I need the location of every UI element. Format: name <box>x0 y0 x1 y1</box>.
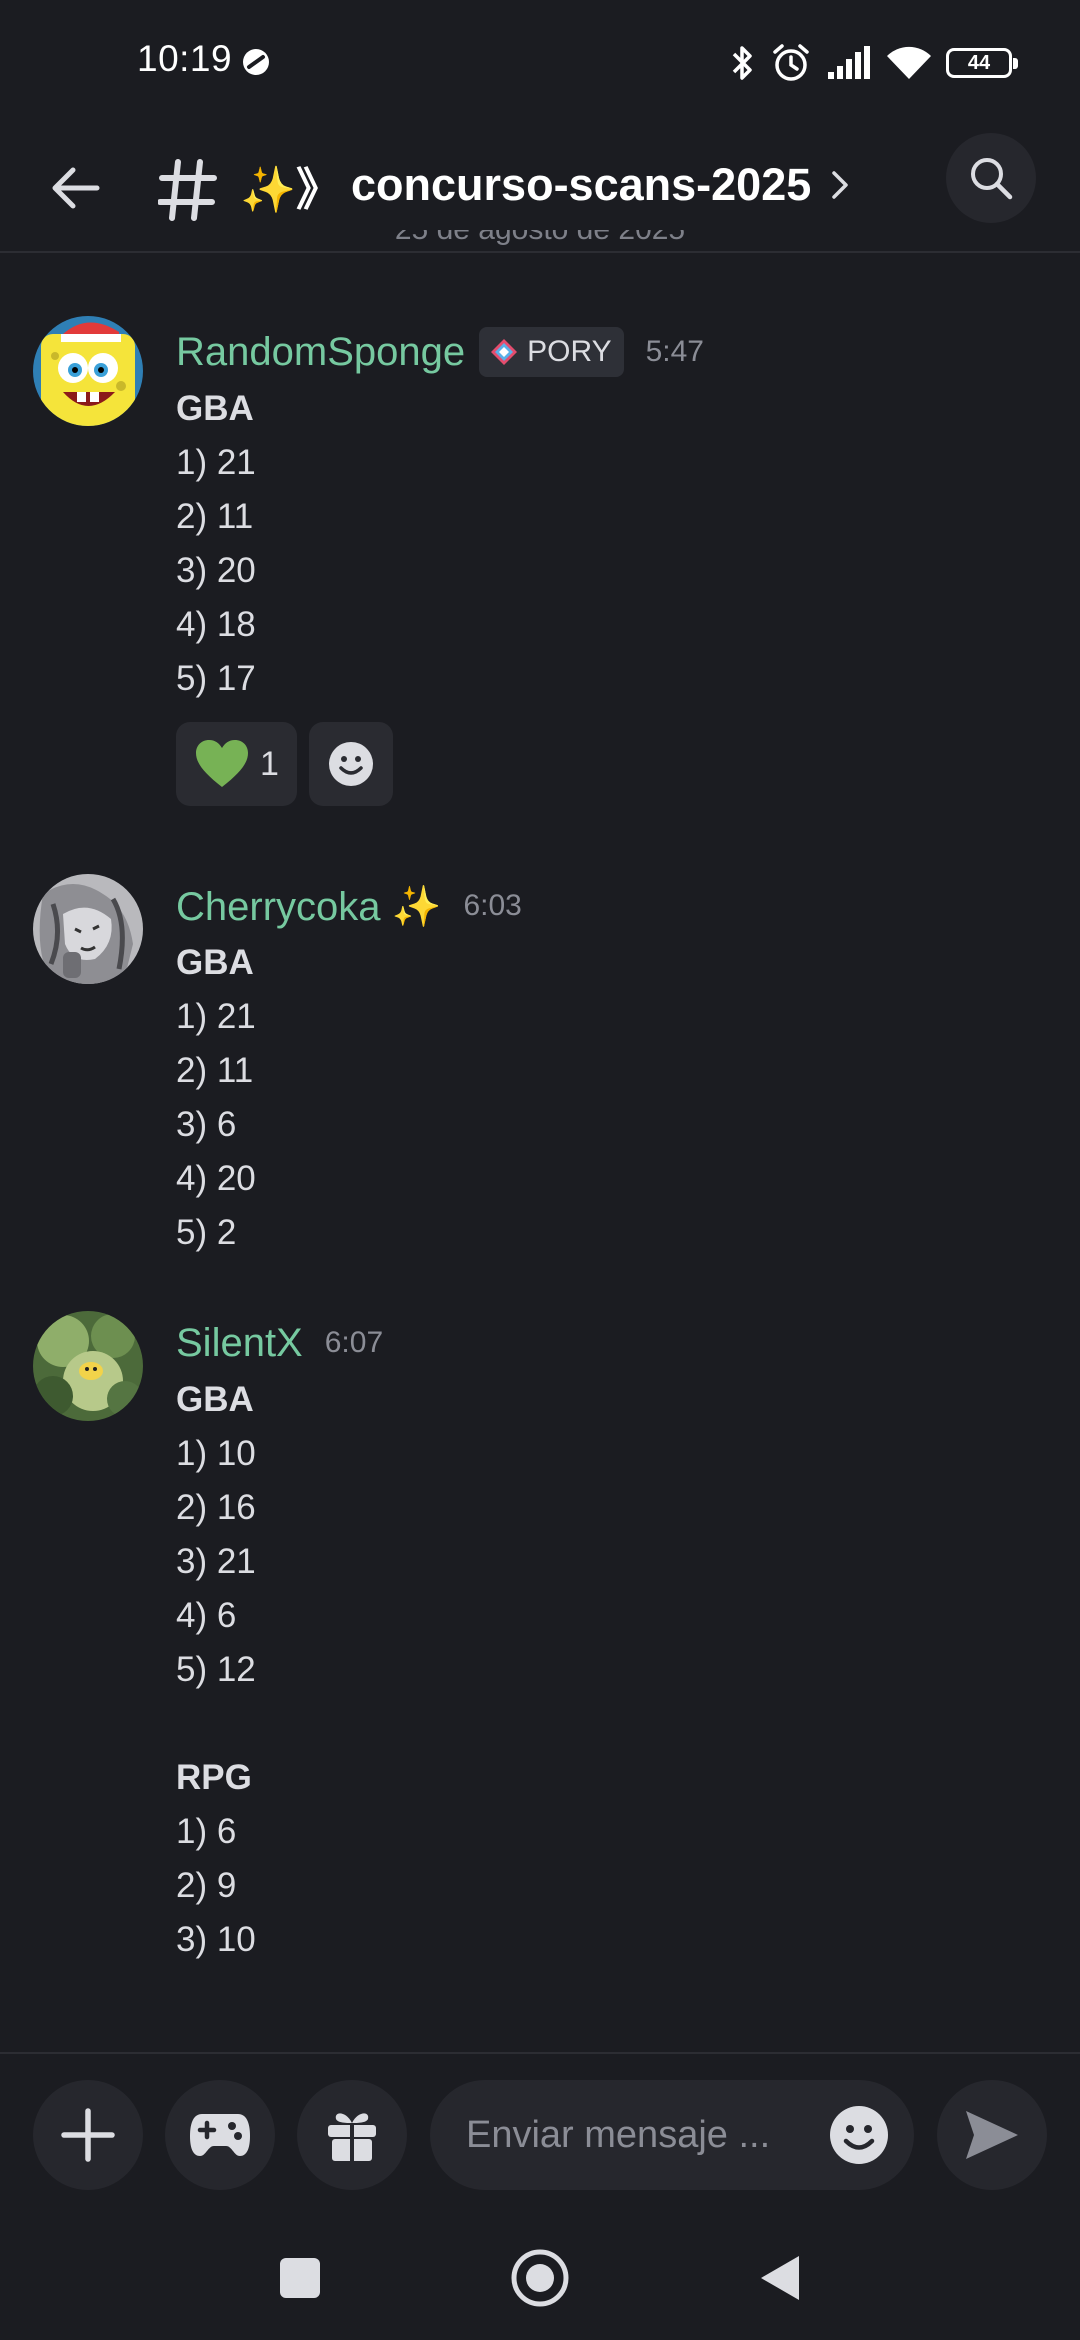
channel-name: concurso-scans-2025 <box>351 159 812 210</box>
avatar[interactable] <box>33 874 143 984</box>
message-header: Cherrycoka ✨ 6:03 <box>176 876 522 936</box>
reaction-green-heart[interactable]: 1 <box>176 722 297 806</box>
message-line: 5) 12 <box>176 1650 256 1689</box>
channel-title[interactable]: ✨》 concurso-scans-2025 <box>240 145 851 225</box>
emoji-icon[interactable] <box>828 2104 890 2166</box>
signal-icon <box>828 46 870 79</box>
message-line: 2) 16 <box>176 1488 256 1527</box>
message-content: GBA 1) 10 2) 16 3) 21 4) 6 5) 12 RPG 1) … <box>176 1373 256 1967</box>
send-button[interactable] <box>937 2080 1047 2190</box>
search-button[interactable] <box>946 133 1036 223</box>
message-line: 4) 6 <box>176 1596 237 1635</box>
back-nav-button[interactable] <box>748 2246 812 2310</box>
home-button[interactable] <box>508 2246 572 2310</box>
status-icons: 44 <box>728 38 1018 88</box>
system-nav-bar <box>0 2216 1080 2340</box>
message-line: 5) 2 <box>176 1213 237 1252</box>
message-input-container[interactable] <box>430 2080 914 2190</box>
message-line: 1) 6 <box>176 1812 237 1851</box>
send-icon <box>966 2111 1018 2159</box>
add-reaction-button[interactable] <box>308 722 393 806</box>
guild-tag-label: PORY <box>527 335 612 368</box>
channel-prefix: ✨》 <box>240 163 342 215</box>
green-heart-icon <box>196 740 248 787</box>
gift-icon <box>328 2113 376 2163</box>
author-name[interactable]: Cherrycoka ✨ <box>176 883 441 930</box>
message-input[interactable] <box>466 2113 816 2157</box>
avatar-image <box>33 316 143 426</box>
wifi-icon <box>887 46 931 79</box>
author-name[interactable]: RandomSponge <box>176 330 465 375</box>
message-line: 1) 10 <box>176 1434 256 1473</box>
triangle-back-icon <box>761 2256 799 2300</box>
avatar-image <box>33 874 143 984</box>
message-line: 1) 21 <box>176 443 256 482</box>
message-line: 2) 11 <box>176 497 254 536</box>
message-line: GBA <box>176 389 254 428</box>
square-icon <box>280 2258 320 2298</box>
message-content: GBA 1) 21 2) 11 3) 6 4) 20 5) 2 <box>176 936 256 1260</box>
dnd-icon <box>243 49 269 75</box>
guild-tag[interactable]: PORY <box>479 327 624 377</box>
reactions: 1 <box>176 722 393 806</box>
avatar-image <box>33 1311 143 1421</box>
message-line: 3) 6 <box>176 1105 237 1144</box>
alarm-icon <box>773 44 809 81</box>
message-line: 2) 9 <box>176 1866 237 1905</box>
message-line: 3) 21 <box>176 1542 256 1581</box>
gift-button[interactable] <box>297 2080 407 2190</box>
hash-icon <box>158 159 217 221</box>
message-line: 1) 21 <box>176 997 256 1036</box>
plus-icon <box>61 2108 115 2162</box>
recents-button[interactable] <box>268 2246 332 2310</box>
message-line: 3) 20 <box>176 551 256 590</box>
back-arrow-icon <box>52 167 100 209</box>
status-time: 10:19 <box>137 38 233 79</box>
pory-icon <box>491 339 518 365</box>
back-button[interactable] <box>40 153 110 223</box>
emoji-icon <box>328 742 373 786</box>
message-line: 2) 11 <box>176 1051 254 1090</box>
status-bar: 10:19 44 <box>0 0 1080 125</box>
date-divider: 25 de agosto de 2025 <box>0 230 1080 258</box>
avatar[interactable] <box>33 316 143 426</box>
battery-level: 44 <box>967 51 991 74</box>
author-name[interactable]: SilentX <box>176 1321 303 1366</box>
activities-button[interactable] <box>165 2080 275 2190</box>
message-line: 4) 18 <box>176 605 256 644</box>
chevron-right-icon <box>832 171 848 199</box>
message-line: GBA <box>176 943 254 982</box>
message-line: GBA <box>176 1380 254 1419</box>
message-line: 4) 20 <box>176 1159 256 1198</box>
timestamp: 6:07 <box>324 1326 384 1359</box>
gamepad-icon <box>190 2114 250 2156</box>
message-header: RandomSponge PORY 5:47 <box>176 322 704 382</box>
avatar[interactable] <box>33 1311 143 1421</box>
message-line: 5) 17 <box>176 659 256 698</box>
attach-button[interactable] <box>33 2080 143 2190</box>
message-line: 3) 10 <box>176 1920 256 1959</box>
message-composer <box>0 2052 1080 2216</box>
search-icon <box>971 158 1013 200</box>
timestamp: 6:03 <box>463 889 522 922</box>
timestamp: 5:47 <box>645 335 704 368</box>
battery-icon: 44 <box>946 48 1018 78</box>
reaction-count: 1 <box>260 744 279 783</box>
message-content: GBA 1) 21 2) 11 3) 20 4) 18 5) 17 <box>176 382 256 706</box>
message-line: RPG <box>176 1758 252 1797</box>
message-header: SilentX 6:07 <box>176 1313 383 1373</box>
bluetooth-icon <box>732 46 752 80</box>
home-circle-icon <box>511 2249 569 2307</box>
